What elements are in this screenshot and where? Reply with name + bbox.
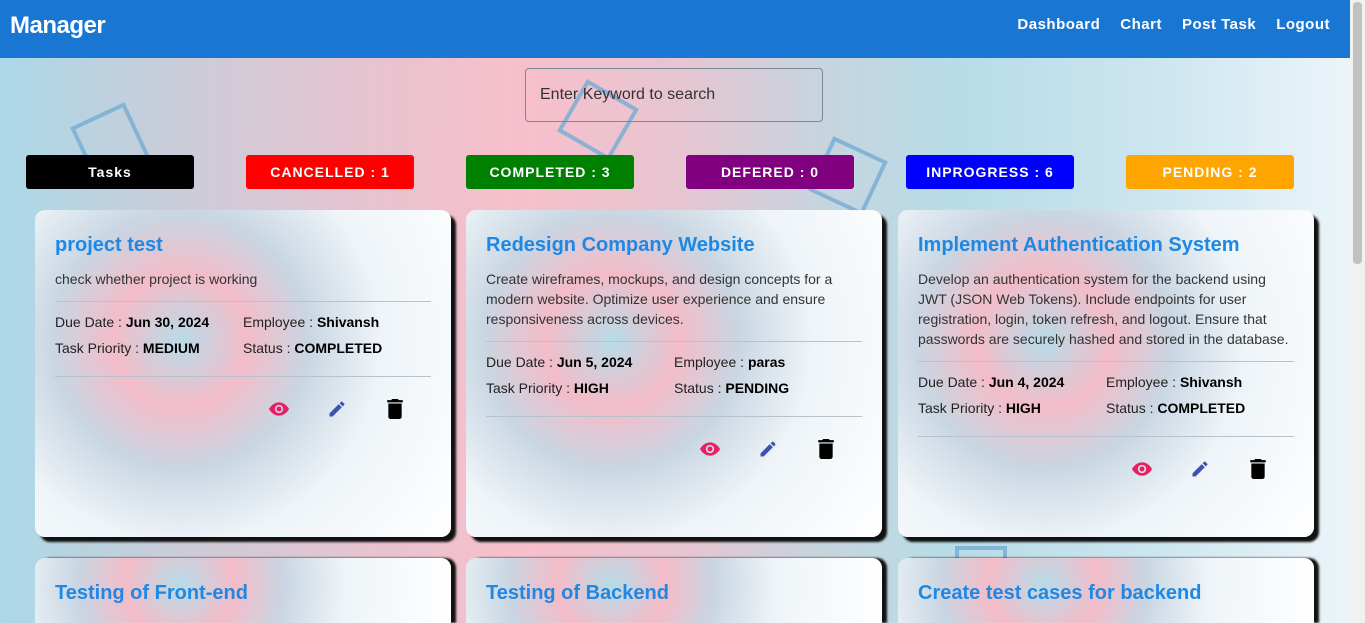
priority-field: Task Priority : MEDIUM [55,340,243,356]
task-card: Testing of Backend [466,558,882,623]
task-card: Implement Authentication System Develop … [898,210,1314,537]
due-date-value: Jun 30, 2024 [125,314,210,330]
due-date-label: Due Date : [55,314,122,330]
nav-chart[interactable]: Chart [1120,16,1162,33]
employee-field: Employee : paras [674,354,862,370]
trash-icon[interactable] [816,439,836,459]
employee-field: Employee : Shivansh [1106,374,1294,390]
task-meta: Due Date : Jun 30, 2024 Employee : Shiva… [55,302,431,376]
task-card: Testing of Front-end [35,558,451,623]
priority-value: HIGH [1005,400,1041,416]
search-input[interactable] [525,68,823,122]
employee-value: Shivansh [1179,374,1243,390]
pencil-icon[interactable] [758,439,778,459]
eye-icon[interactable] [269,399,289,419]
scrollbar-thumb[interactable] [1353,2,1362,264]
task-description: Create wireframes, mockups, and design c… [486,271,833,327]
nav-links: Dashboard Chart Post Task Logout [1017,16,1330,33]
due-date-label: Due Date : [486,354,553,370]
status-label: Status : [674,380,722,396]
nav-dashboard[interactable]: Dashboard [1017,16,1100,33]
status-label: Status : [243,340,291,356]
priority-label: Task Priority : [918,400,1003,416]
priority-field: Task Priority : HIGH [918,400,1106,416]
status-value: COMPLETED [294,340,383,356]
status-value: PENDING [725,380,790,396]
brand-title[interactable]: Manager [10,12,106,40]
due-date-value: Jun 4, 2024 [988,374,1065,390]
pencil-icon[interactable] [327,399,347,419]
task-title: Implement Authentication System [918,234,1240,256]
inprogress-badge[interactable]: INPROGRESS : 6 [906,155,1074,189]
status-value: COMPLETED [1157,400,1246,416]
task-meta: Due Date : Jun 5, 2024 Employee : paras … [486,342,862,416]
priority-field: Task Priority : HIGH [486,380,674,396]
pending-badge[interactable]: PENDING : 2 [1126,155,1294,189]
status-field: Status : PENDING [674,380,862,396]
task-card: Create test cases for backend [898,558,1314,623]
eye-icon[interactable] [700,439,720,459]
trash-icon[interactable] [1248,459,1268,479]
due-date-field: Due Date : Jun 4, 2024 [918,374,1106,390]
task-actions [55,377,431,419]
nav-logout[interactable]: Logout [1276,16,1330,33]
employee-value: paras [747,354,786,370]
priority-label: Task Priority : [55,340,140,356]
due-date-field: Due Date : Jun 5, 2024 [486,354,674,370]
cancelled-badge[interactable]: CANCELLED : 1 [246,155,414,189]
task-actions [918,437,1294,479]
task-title: Redesign Company Website [486,234,755,256]
due-date-value: Jun 5, 2024 [556,354,633,370]
task-card: project test check whether project is wo… [35,210,451,537]
task-title: Testing of Backend [486,582,669,604]
deferred-badge[interactable]: DEFERED : 0 [686,155,854,189]
eye-icon[interactable] [1132,459,1152,479]
employee-label: Employee : [1106,374,1177,390]
completed-badge[interactable]: COMPLETED : 3 [466,155,634,189]
task-title: project test [55,234,163,256]
priority-value: MEDIUM [142,340,200,356]
status-field: Status : COMPLETED [243,340,431,356]
status-label: Status : [1106,400,1154,416]
task-actions [486,417,862,459]
trash-icon[interactable] [385,399,405,419]
tasks-badge[interactable]: Tasks [26,155,194,189]
pencil-icon[interactable] [1190,459,1210,479]
page-scrollbar[interactable] [1350,0,1365,623]
task-title: Create test cases for backend [918,582,1202,604]
employee-value: Shivansh [316,314,380,330]
nav-post-task[interactable]: Post Task [1182,16,1256,33]
top-navbar: Manager Dashboard Chart Post Task Logout [0,0,1350,58]
priority-value: HIGH [573,380,609,396]
task-meta: Due Date : Jun 4, 2024 Employee : Shivan… [918,362,1294,436]
task-title: Testing of Front-end [55,582,248,604]
employee-label: Employee : [674,354,745,370]
employee-label: Employee : [243,314,314,330]
task-description: Develop an authentication system for the… [918,271,1289,347]
priority-label: Task Priority : [486,380,571,396]
employee-field: Employee : Shivansh [243,314,431,330]
task-description: check whether project is working [55,271,258,287]
due-date-field: Due Date : Jun 30, 2024 [55,314,243,330]
status-field: Status : COMPLETED [1106,400,1294,416]
task-card: Redesign Company Website Create wirefram… [466,210,882,537]
due-date-label: Due Date : [918,374,985,390]
